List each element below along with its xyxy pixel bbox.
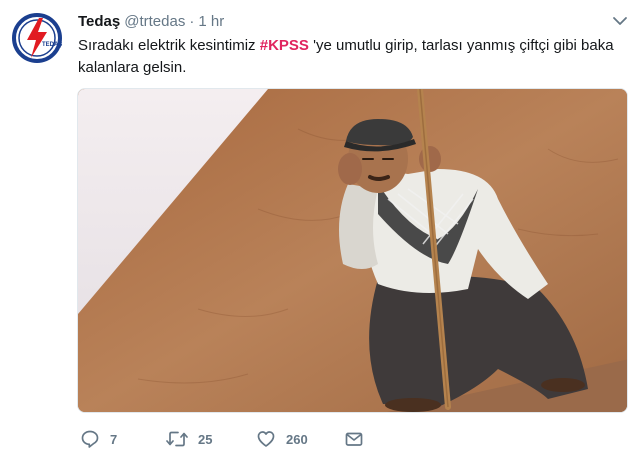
reply-count: 7 (110, 431, 118, 447)
separator-dot: · (189, 13, 195, 30)
retweet-button[interactable]: 25 (166, 428, 212, 450)
like-count: 260 (286, 431, 308, 447)
photo-man-squatting-with-stick (78, 89, 627, 412)
avatar-logo-text: TEDAŞ (42, 42, 62, 48)
tedas-logo-icon: TEDAŞ (12, 13, 62, 63)
direct-message-button[interactable] (344, 428, 364, 450)
hashtag-link[interactable]: #KPSS (260, 37, 309, 54)
tweet: TEDAŞ Tedaş @trtedas · 1 hr Sıradakı elektr… (0, 0, 644, 452)
retweet-icon (166, 431, 188, 447)
tweet-text-before: Sıradakı elektrik kesintimiz (78, 37, 260, 54)
reply-icon (81, 430, 99, 448)
tweet-image[interactable] (77, 88, 628, 413)
tweet-header: Tedaş @trtedas · 1 hr (78, 12, 224, 32)
chevron-down-icon[interactable] (612, 14, 628, 28)
envelope-icon (345, 432, 363, 446)
account-name[interactable]: Tedaş (78, 13, 120, 30)
retweet-count: 25 (198, 431, 213, 447)
account-handle[interactable]: @trtedas (124, 13, 185, 30)
heart-icon (257, 431, 275, 447)
avatar[interactable]: TEDAŞ (11, 12, 63, 64)
tweet-actions: 7 25 260 (78, 428, 628, 450)
like-button[interactable]: 260 (256, 428, 308, 450)
reply-button[interactable]: 7 (80, 428, 117, 450)
timestamp[interactable]: 1 hr (198, 13, 224, 30)
tweet-text: Sıradakı elektrik kesintimiz #KPSS 'ye u… (78, 35, 628, 79)
